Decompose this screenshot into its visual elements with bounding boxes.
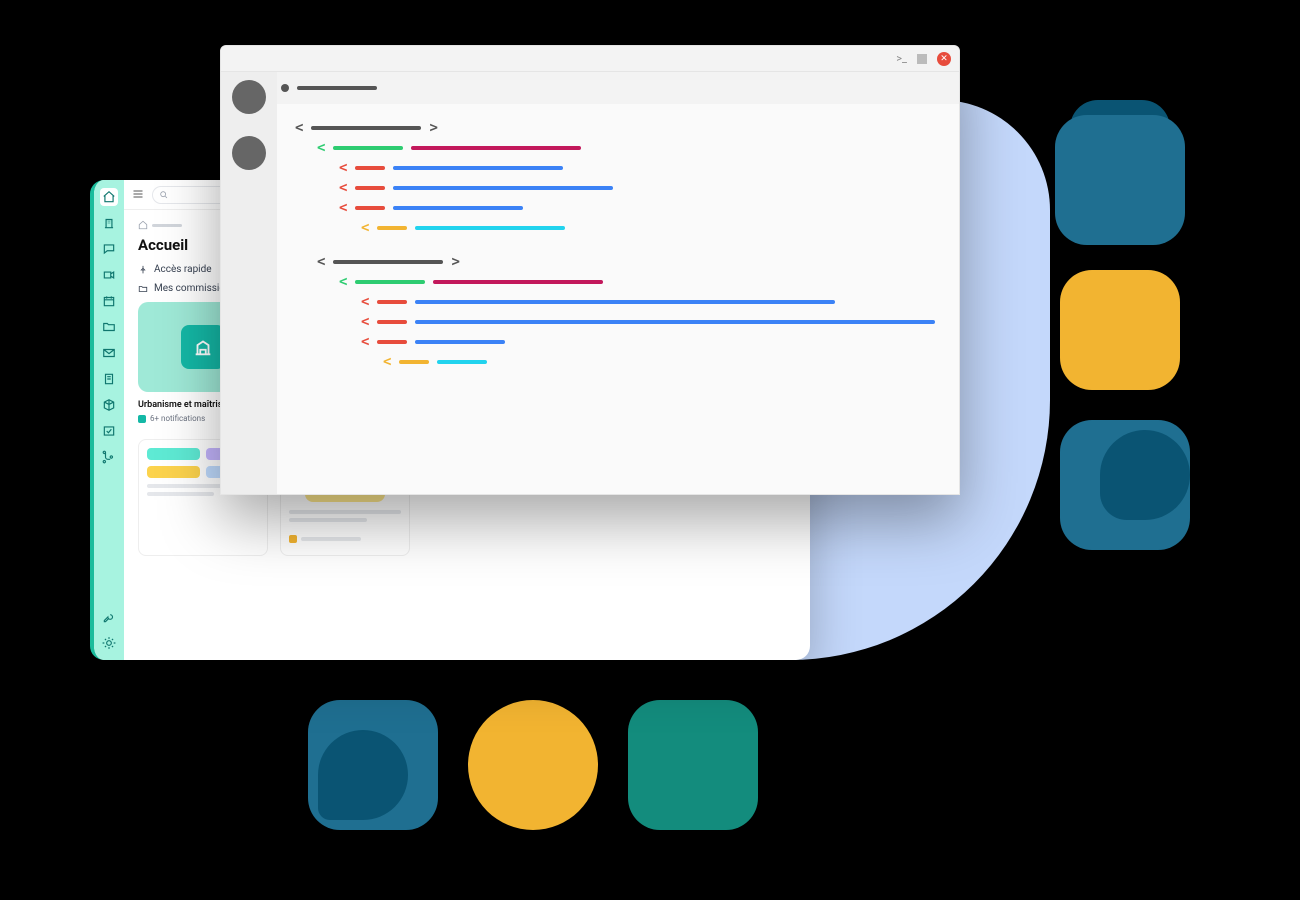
nav-cube-icon[interactable] bbox=[100, 396, 118, 414]
avatar[interactable] bbox=[232, 136, 266, 170]
code-line: < bbox=[339, 198, 941, 218]
quick-access-label: Accès rapide bbox=[154, 264, 212, 275]
code-line bbox=[295, 238, 941, 252]
code-line: <> bbox=[317, 252, 941, 272]
building-icon bbox=[181, 325, 225, 369]
deco-shape bbox=[318, 730, 408, 820]
code-line: < bbox=[361, 332, 941, 352]
tab-modified-dot bbox=[281, 84, 289, 92]
code-line: < bbox=[339, 178, 941, 198]
code-line: < bbox=[339, 158, 941, 178]
code-line: < bbox=[361, 312, 941, 332]
nav-home-icon[interactable] bbox=[100, 188, 118, 206]
nav-key-icon[interactable] bbox=[100, 608, 118, 626]
nav-calendar-icon[interactable] bbox=[100, 292, 118, 310]
code-line: < bbox=[339, 272, 941, 292]
pin-icon bbox=[138, 265, 148, 275]
editor-gutter bbox=[221, 72, 277, 494]
tab-label-placeholder[interactable] bbox=[297, 86, 377, 90]
deco-shape bbox=[1100, 430, 1190, 520]
folder-icon bbox=[138, 284, 148, 294]
nav-folder-icon[interactable] bbox=[100, 318, 118, 336]
code-line: < bbox=[383, 352, 941, 372]
nav-rail bbox=[94, 180, 124, 660]
avatar[interactable] bbox=[232, 80, 266, 114]
chip[interactable] bbox=[147, 466, 200, 478]
menu-icon[interactable] bbox=[132, 185, 144, 204]
nav-mail-icon[interactable] bbox=[100, 344, 118, 362]
code-line: <> bbox=[295, 118, 941, 138]
close-button[interactable]: ✕ bbox=[937, 52, 951, 66]
code-editor-window: >_ ✕ <><<<<<<><<<<< bbox=[220, 45, 960, 495]
terminal-icon[interactable]: >_ bbox=[896, 52, 907, 65]
editor-tabbar bbox=[221, 72, 959, 104]
nav-gear-icon[interactable] bbox=[100, 634, 118, 652]
deco-shape bbox=[468, 700, 598, 830]
breadcrumb-placeholder bbox=[152, 224, 182, 227]
code-body[interactable]: <><<<<<<><<<<< bbox=[277, 104, 959, 494]
window-titlebar: >_ ✕ bbox=[221, 46, 959, 72]
nav-video-icon[interactable] bbox=[100, 266, 118, 284]
notification-label: 6+ notifications bbox=[150, 414, 205, 423]
code-line: < bbox=[317, 138, 941, 158]
nav-note-icon[interactable] bbox=[100, 370, 118, 388]
nav-git-icon[interactable] bbox=[100, 448, 118, 466]
code-line: < bbox=[361, 292, 941, 312]
home-icon bbox=[138, 220, 148, 230]
deco-shape bbox=[1055, 115, 1185, 245]
deco-shape bbox=[1060, 270, 1180, 390]
nav-check-icon[interactable] bbox=[100, 422, 118, 440]
maximize-button[interactable] bbox=[917, 54, 927, 64]
notification-dot bbox=[138, 415, 146, 423]
nav-building-icon[interactable] bbox=[100, 214, 118, 232]
nav-chat-icon[interactable] bbox=[100, 240, 118, 258]
deco-shape bbox=[628, 700, 758, 830]
chip[interactable] bbox=[147, 448, 200, 460]
code-line: < bbox=[361, 218, 941, 238]
